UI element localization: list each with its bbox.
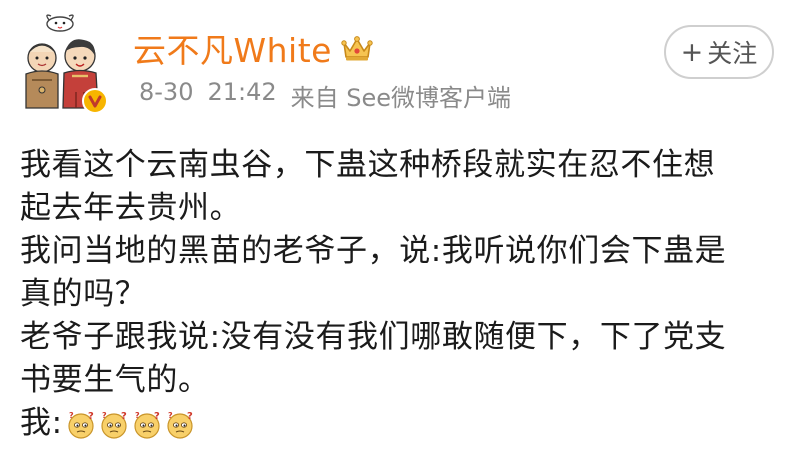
svg-text:?: ?	[88, 411, 94, 422]
svg-text:?: ?	[69, 411, 74, 420]
post-body: 我看这个云南虫谷，下蛊这种桥段就实在忍不住想 起去年去贵州。 我问当地的黑苗的老…	[20, 144, 790, 445]
svg-text:?: ?	[135, 411, 140, 420]
post-source[interactable]: 来自 See微博客户端	[291, 78, 511, 113]
post-time: 21:42	[207, 78, 277, 106]
post-text-prefix: 我:	[20, 405, 63, 441]
svg-text:?: ?	[154, 411, 160, 422]
plus-icon: +	[680, 36, 704, 68]
post-text-line: 我看这个云南虫谷，下蛊这种桥段就实在忍不住想	[20, 147, 716, 183]
post-header: 云不凡White 8-30 21:42 来自 See微博客户端 + 关注	[0, 0, 800, 140]
post-text-line: 真的吗？	[20, 276, 147, 312]
doge-question-icon: ??	[132, 409, 162, 439]
doge-question-icon: ??	[66, 409, 96, 439]
svg-text:?: ?	[102, 411, 107, 420]
vip-crown-icon	[340, 33, 374, 63]
post-text-line: 起去年去贵州。	[20, 190, 242, 226]
post-text-line-emoji: 我: ?? ?? ?? ??	[20, 402, 790, 445]
post-text-line: 老爷子跟我说:没有没有我们哪敢随便下，下了党支	[20, 319, 727, 355]
doge-question-icon: ??	[165, 409, 195, 439]
username[interactable]: 云不凡White	[133, 24, 332, 72]
post-meta: 8-30 21:42 来自 See微博客户端	[139, 78, 511, 113]
follow-button[interactable]: + 关注	[664, 25, 774, 79]
post-text-line: 书要生气的。	[20, 362, 210, 398]
svg-text:?: ?	[121, 411, 127, 422]
username-row: 云不凡White	[133, 24, 374, 72]
svg-text:?: ?	[187, 411, 193, 422]
verified-badge-icon	[82, 88, 108, 114]
doge-question-icon: ??	[99, 409, 129, 439]
post-text-line: 我问当地的黑苗的老爷子，说:我听说你们会下蛊是	[20, 233, 727, 269]
post-date: 8-30	[139, 78, 194, 106]
svg-text:?: ?	[168, 411, 173, 420]
follow-label: 关注	[707, 39, 758, 68]
